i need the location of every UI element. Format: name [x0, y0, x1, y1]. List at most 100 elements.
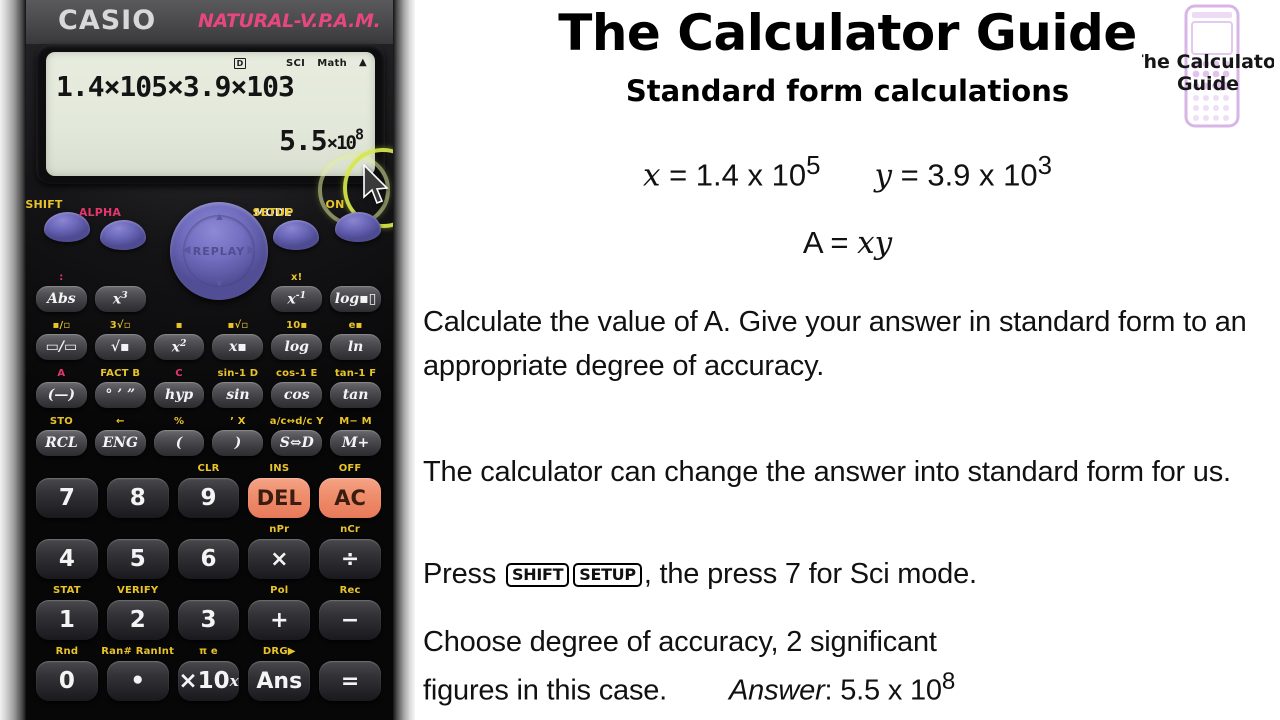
calculator-key[interactable]: 8 [106, 478, 169, 518]
calculator-key[interactable]: x▪ [212, 334, 264, 360]
calculator-key[interactable]: 5 [106, 539, 169, 579]
key-alpha-cap[interactable] [100, 220, 146, 250]
calculator-key[interactable]: ▭/▭ [36, 334, 87, 360]
function-key-slot: x! x-1 [271, 272, 323, 312]
a-equals: A = [802, 225, 858, 260]
numeric-key-slot: 6 [177, 539, 240, 579]
press-prefix: Press [423, 558, 504, 590]
calculator-left-bevel [0, 0, 26, 720]
calculator-key[interactable]: ENG [94, 430, 146, 456]
numeric-key-grid: 7 8 CLR 9 INS DEL OFF AC 4 5 6 nPr × nCr ÷ STAT 1 VERIFY 2… [18, 463, 399, 701]
numeric-key-slot: nCr ÷ [319, 524, 381, 579]
calculator-key[interactable]: 4 [36, 539, 98, 579]
logo-line2: Guide [1177, 73, 1239, 95]
calculator-key[interactable]: 7 [36, 478, 98, 518]
key-secondary-label: ← [115, 416, 125, 427]
calculator-key[interactable]: Abs [36, 286, 87, 312]
numeric-key-slot: = [319, 661, 381, 701]
key-secondary-label: Rec [339, 585, 361, 596]
calculator-key[interactable]: log [271, 334, 323, 360]
function-key-slot [212, 286, 263, 312]
key-secondary-label: OFF [338, 463, 362, 474]
calculator-key[interactable]: Ans [248, 661, 311, 701]
accuracy-line1: Choose degree of accuracy, 2 significant [423, 626, 937, 658]
calculator-key[interactable]: ×10 x [177, 661, 240, 701]
replay-up-icon[interactable]: ▲ [214, 212, 225, 223]
y-equation: = 3.9 x 10 [892, 157, 1038, 193]
calculator-key[interactable]: 1 [36, 600, 98, 640]
calculator-key[interactable]: − [319, 600, 381, 640]
calculator-key[interactable]: 6 [177, 539, 240, 579]
function-key-slot: FACT B ° ’ ” [94, 368, 146, 408]
key-on-cap[interactable] [335, 212, 381, 242]
numeric-key-slot: nPr × [248, 524, 311, 579]
function-key-slot: M− M M+ [330, 416, 381, 456]
key-secondary-label: M− M [339, 416, 372, 427]
calculator-key[interactable]: M+ [330, 430, 381, 456]
calculator-key[interactable]: • [106, 661, 169, 701]
lcd-up-arrow-icon: ▲ [359, 57, 367, 68]
key-shift-label: SHIFT [25, 198, 63, 211]
key-secondary-label: ▪√▫ [227, 320, 249, 331]
numeric-key-slot: 5 [106, 539, 169, 579]
numeric-key-slot: Ran# RanInt • [101, 646, 174, 701]
press-suffix: , the press 7 for Sci mode. [643, 558, 977, 590]
inline-key-shift: SHIFT [506, 563, 570, 587]
calculator-key[interactable]: √▪ [94, 334, 146, 360]
calculator-key[interactable]: RCL [36, 430, 87, 456]
lcd-input-exp1: 5 [151, 70, 168, 103]
calculator-key[interactable]: (—) [36, 382, 87, 408]
calculator-key[interactable]: log▪▯ [330, 286, 381, 312]
calculator-key[interactable]: 9 [177, 478, 240, 518]
numeric-key-slot: OFF AC [319, 463, 381, 518]
function-key-slot: ▪ x2 [153, 320, 205, 360]
calculator-key[interactable]: DEL [248, 478, 311, 518]
calculator-key[interactable]: AC [319, 478, 381, 518]
key-secondary-label: x! [291, 272, 303, 283]
numeric-key-slot: INS DEL [248, 463, 311, 518]
key-secondary-label: DRG▶ [262, 646, 296, 657]
key-mode-cap[interactable] [273, 220, 319, 250]
calculator-key[interactable]: cos [271, 382, 323, 408]
calculator-key[interactable]: sin [212, 382, 264, 408]
function-key-slot: ▪√▫ x▪ [212, 320, 264, 360]
paragraph-explanation: The calculator can change the answer int… [423, 456, 1231, 488]
calculator-key[interactable]: ( [153, 430, 205, 456]
calculator-key[interactable]: ln [330, 334, 381, 360]
key-secondary-label: STO [49, 416, 73, 427]
function-key-slot: %( [153, 416, 205, 456]
calculator-key[interactable]: + [248, 600, 311, 640]
calculator-key[interactable]: 3 [177, 600, 240, 640]
key-secondary-label: nPr [269, 524, 290, 535]
lcd-result-exponent: 8 [354, 125, 364, 144]
calculator-key[interactable]: x-1 [271, 286, 323, 312]
calculator-key[interactable]: = [319, 661, 381, 701]
calculator-key[interactable]: hyp [153, 382, 205, 408]
key-secondary-label: e▪ [348, 320, 363, 331]
calculator-key[interactable]: 2 [106, 600, 169, 640]
answer-exponent: 8 [941, 668, 956, 696]
calculator-key[interactable]: ÷ [319, 539, 381, 579]
numeric-key-slot: VERIFY 2 [106, 585, 169, 640]
lcd-status-bar: D SCI Math ▲ [46, 55, 367, 71]
function-key-slot: ← ENG [94, 416, 146, 456]
calculator-key[interactable]: ° ’ ” [94, 382, 146, 408]
numeric-key-slot: π e ×10 x [177, 646, 240, 701]
lcd-result-line: 5.5×108 [279, 124, 364, 157]
given-values-row: x = 1.4 x 105 y = 3.9 x 103 [415, 152, 1280, 193]
function-key-slot: sin-1 D sin [212, 368, 264, 408]
lcd-input-line: 1.4×105×3.9×103 [56, 70, 295, 103]
function-key-slot: e▪ ln [330, 320, 381, 360]
calculator-key[interactable]: tan [330, 382, 381, 408]
calculator-key[interactable]: x3 [94, 286, 146, 312]
calculator-key[interactable]: × [248, 539, 311, 579]
accuracy-line2: figures in this case. [423, 674, 668, 707]
numeric-key-slot: 4 [36, 539, 98, 579]
calculator-key[interactable]: x2 [153, 334, 205, 360]
paragraph-question: Calculate the value of A. Give your answ… [423, 306, 1247, 383]
calculator-key[interactable]: 0 [36, 661, 98, 701]
function-key-slot: log▪▯ [330, 286, 381, 312]
calculator-key[interactable]: ) [212, 430, 264, 456]
calculator-body: CASIO NATURAL-V.P.A.M. D SCI Math ▲ 1.4×… [18, 0, 415, 720]
calculator-key[interactable]: S⇔D [271, 430, 323, 456]
